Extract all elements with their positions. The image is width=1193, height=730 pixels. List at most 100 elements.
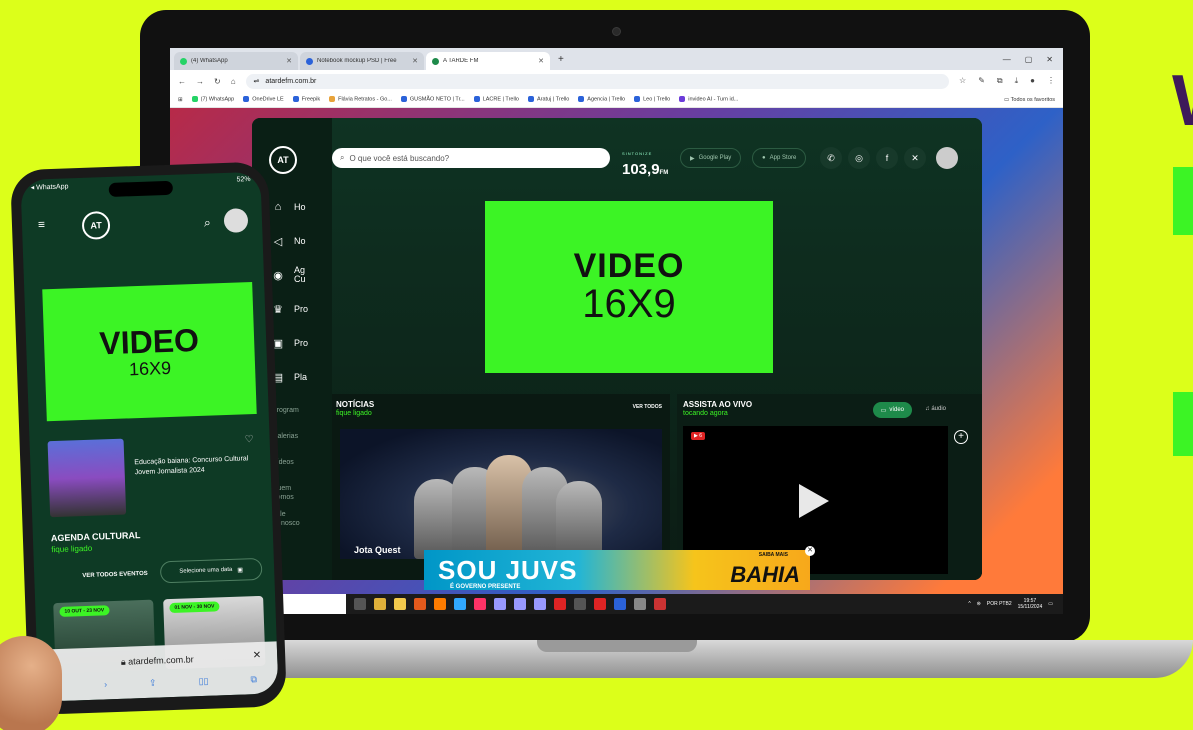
close-icon[interactable]: ✕ — [253, 650, 262, 661]
select-date-button[interactable]: Selecione uma data ▣ — [159, 557, 263, 584]
network-icon[interactable]: ⊜ — [977, 601, 981, 607]
laptop-notch — [537, 640, 697, 652]
close-window-icon[interactable]: ✕ — [1046, 55, 1053, 64]
new-tab-button[interactable]: + — [552, 54, 570, 65]
explorer-icon[interactable] — [394, 598, 406, 610]
forward-icon[interactable]: → — [196, 77, 204, 86]
radio-label: SINTONIZE — [622, 151, 653, 156]
avatar[interactable] — [936, 147, 958, 169]
extensions-icon[interactable]: ⧉ — [997, 76, 1003, 86]
firefox-icon[interactable] — [414, 598, 426, 610]
indesign-icon[interactable] — [474, 598, 486, 610]
avatar[interactable] — [223, 208, 249, 233]
back-icon[interactable]: ← — [178, 77, 186, 86]
search-icon: ⌕ — [340, 153, 345, 162]
clock[interactable]: 19:57 15/11/2024 — [1018, 598, 1043, 610]
side-item-agenda[interactable]: ◉ Ag Cu — [272, 258, 308, 292]
premiere-icon[interactable] — [534, 598, 546, 610]
bookmark-item[interactable]: Leo | Trello — [634, 96, 670, 103]
app-icon[interactable] — [594, 598, 606, 610]
app-store-button[interactable]: ● App Store — [752, 148, 807, 168]
side-item-news[interactable]: ◁ No — [272, 224, 308, 258]
facebook-icon[interactable]: f — [876, 147, 898, 169]
side-item-home[interactable]: ⌂ Ho — [272, 190, 308, 224]
ad-banner[interactable]: SOU JUVS É GOVERNO PRESENTE SAIBA MAIS B… — [424, 550, 810, 590]
google-play-button[interactable]: ▶ Google Play — [680, 148, 742, 168]
language-indicator[interactable]: POR PTB2 — [987, 601, 1012, 607]
see-all-events-link[interactable]: VER TODOS EVENTOS — [82, 571, 148, 579]
maximize-icon[interactable]: ▢ — [1025, 55, 1033, 64]
bookmark-item[interactable]: Flávia Retratos - Go... — [329, 96, 392, 103]
app-icon[interactable] — [654, 598, 666, 610]
banner-cta[interactable]: SAIBA MAIS — [759, 552, 788, 558]
tab-atarde-fm[interactable]: A TARDE FM ✕ — [426, 52, 550, 70]
reload-icon[interactable]: ↻ — [214, 77, 221, 86]
video-toggle-button[interactable]: ▭ vídeo — [872, 402, 912, 418]
close-icon[interactable]: ✕ — [538, 57, 544, 65]
instagram-icon[interactable]: ◎ — [848, 147, 870, 169]
bookmark-item[interactable]: LACRE | Trello — [473, 96, 519, 103]
minimize-icon[interactable]: — — [1003, 55, 1011, 64]
site-logo[interactable]: AT — [269, 146, 297, 174]
tab-whatsapp[interactable]: (4) WhatsApp ✕ — [174, 52, 298, 70]
share-icon[interactable]: ⇪ — [149, 678, 157, 689]
close-icon[interactable]: ✕ — [412, 57, 418, 65]
star-icon[interactable]: ☆ — [959, 76, 966, 86]
news-see-all-link[interactable]: VER TODOS — [633, 404, 662, 410]
tray-chevron-icon[interactable]: ^ — [968, 601, 970, 607]
phone-site-logo[interactable]: AT — [81, 210, 111, 240]
chrome-icon[interactable] — [374, 598, 386, 610]
search-icon[interactable]: ⌕ — [204, 215, 211, 230]
bookmark-item[interactable]: invideo AI - Turn id... — [679, 96, 738, 103]
bookmark-item[interactable]: Aratuj | Trello — [527, 96, 569, 103]
url-input[interactable]: ⇌ atardefm.com.br — [245, 73, 950, 89]
after-effects-icon[interactable] — [494, 598, 506, 610]
windows-taskbar: ^ ⊜ POR PTB2 19:57 15/11/2024 ▭ — [170, 594, 1063, 614]
app-icon[interactable] — [634, 598, 646, 610]
photoshop-icon[interactable] — [454, 598, 466, 610]
audio-toggle-button[interactable]: ♫ áudio — [925, 406, 946, 412]
bookmark-item[interactable]: Agencia | Trello — [578, 96, 625, 103]
pen-icon[interactable]: ✎ — [978, 76, 985, 86]
x-icon[interactable]: ✕ — [904, 147, 926, 169]
media-encoder-icon[interactable] — [514, 598, 526, 610]
site-search-input[interactable]: ⌕ O que você está buscando? — [332, 148, 610, 168]
bookmark-item[interactable]: OneDrive LE — [243, 96, 284, 103]
bookmark-item[interactable]: Freepik — [292, 96, 320, 103]
hamburger-menu-icon[interactable]: ≡ — [38, 217, 45, 231]
bookmark-item[interactable]: (7) WhatsApp — [191, 96, 234, 103]
more-icon[interactable]: ⋮ — [1047, 76, 1055, 86]
phone-hero-video[interactable]: VIDEO 16X9 — [42, 282, 257, 422]
site-info-icon[interactable]: ⇌ — [254, 77, 260, 85]
forward-icon[interactable]: › — [104, 679, 107, 690]
notifications-icon[interactable]: ▭ — [1048, 601, 1053, 607]
hero-video-placeholder[interactable]: VIDEO 16X9 — [485, 201, 773, 373]
apps-icon[interactable]: ⊞ — [178, 97, 183, 103]
play-icon[interactable] — [799, 484, 829, 518]
tabs-icon[interactable]: ⧉ — [250, 674, 257, 685]
whatsapp-icon[interactable]: ✆ — [820, 147, 842, 169]
home-icon[interactable]: ⌂ — [231, 77, 236, 86]
add-icon[interactable]: + — [954, 430, 968, 444]
bookmarks-icon[interactable]: ▯▯ — [198, 676, 208, 687]
phone-url[interactable]: 🔒︎ atardefm.com.br — [37, 651, 277, 670]
live-title: ASSISTA AO VIVO — [683, 400, 753, 409]
laptop-base — [225, 640, 1193, 678]
all-bookmarks[interactable]: ▭ Todos os favoritos — [1004, 97, 1055, 103]
banner-close-icon[interactable]: ✕ — [805, 546, 815, 556]
outlook-icon[interactable] — [614, 598, 626, 610]
phone-news-card[interactable]: Educação baiana: Concurso Cultural Jovem… — [47, 434, 261, 527]
heart-icon[interactable]: ♡ — [244, 434, 253, 445]
phone-mockup: ◂ WhatsApp 52% ≡ AT ⌕ VIDEO 16X9 Educaçã… — [0, 161, 291, 718]
app-icon[interactable] — [574, 598, 586, 610]
news-image[interactable]: Jota Quest — [340, 429, 662, 559]
tab-notebook-mockup[interactable]: Notebook mockup PSD | Free ✕ — [300, 52, 424, 70]
acrobat-icon[interactable] — [554, 598, 566, 610]
task-view-icon[interactable] — [354, 598, 366, 610]
download-icon[interactable]: ⤓ — [1015, 76, 1019, 86]
close-icon[interactable]: ✕ — [286, 57, 292, 65]
phone-carrier[interactable]: ◂ WhatsApp — [31, 182, 69, 191]
illustrator-icon[interactable] — [434, 598, 446, 610]
profile-icon[interactable]: ● — [1030, 76, 1035, 86]
bookmark-item[interactable]: GUSMÃO NETO | Tr... — [400, 96, 465, 103]
